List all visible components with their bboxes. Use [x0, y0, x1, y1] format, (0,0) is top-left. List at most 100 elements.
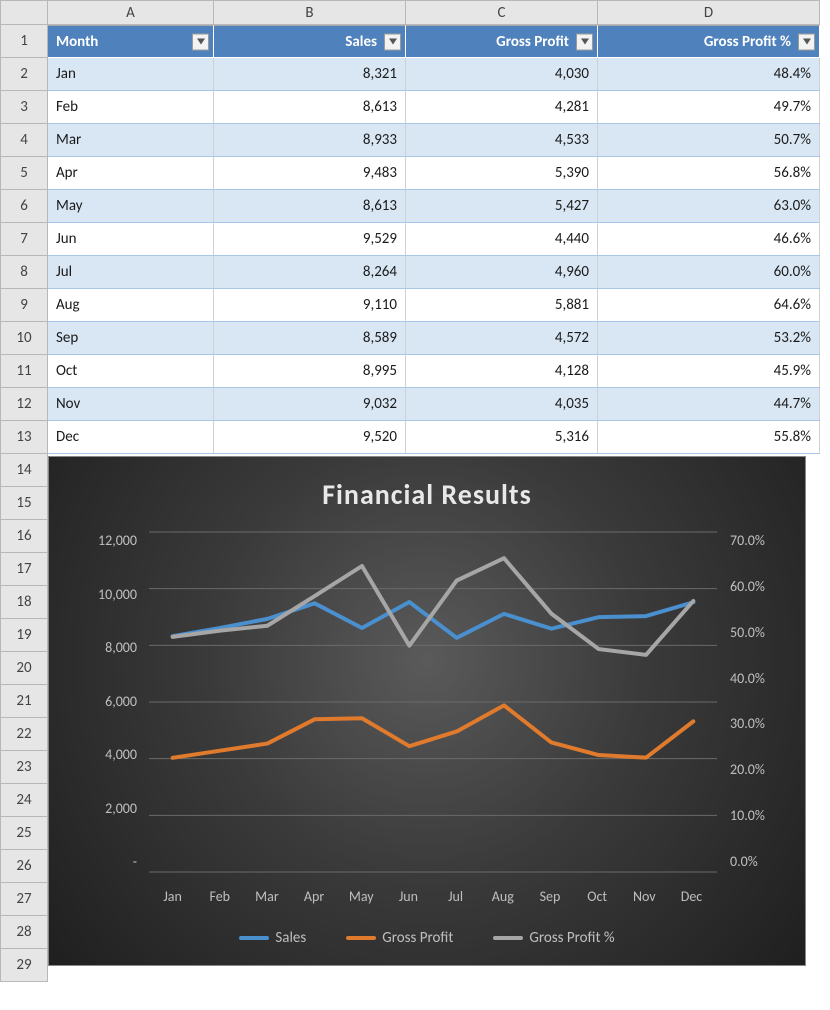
cell[interactable]: 63.0% [598, 190, 820, 223]
cell[interactable]: Jun [48, 223, 214, 256]
cell[interactable]: 5,427 [406, 190, 598, 223]
cell[interactable]: 9,529 [214, 223, 406, 256]
cell[interactable]: 8,321 [214, 58, 406, 91]
row-header-27[interactable]: 27 [0, 883, 48, 916]
table-header-sales[interactable]: Sales [214, 25, 406, 58]
cell[interactable]: 9,032 [214, 388, 406, 421]
col-header-C[interactable]: C [406, 0, 598, 25]
chart-title: Financial Results [49, 477, 805, 512]
table-header-month[interactable]: Month [48, 25, 214, 58]
row-header-21[interactable]: 21 [0, 685, 48, 718]
cell[interactable]: 45.9% [598, 355, 820, 388]
row-header-7[interactable]: 7 [0, 223, 48, 256]
cell[interactable]: 8,589 [214, 322, 406, 355]
row-header-15[interactable]: 15 [0, 487, 48, 520]
row-header-10[interactable]: 10 [0, 322, 48, 355]
row-header-24[interactable]: 24 [0, 784, 48, 817]
cell[interactable]: 46.6% [598, 223, 820, 256]
cell[interactable]: 8,933 [214, 124, 406, 157]
cell[interactable]: 4,281 [406, 91, 598, 124]
header-label: Month [56, 33, 98, 51]
row-header-25[interactable]: 25 [0, 817, 48, 850]
row-header-18[interactable]: 18 [0, 586, 48, 619]
cell[interactable]: Aug [48, 289, 214, 322]
row-header-3[interactable]: 3 [0, 91, 48, 124]
cell[interactable]: 5,881 [406, 289, 598, 322]
cell[interactable]: 4,572 [406, 322, 598, 355]
col-header-B[interactable]: B [214, 0, 406, 25]
row-header-19[interactable]: 19 [0, 619, 48, 652]
row-header-23[interactable]: 23 [0, 751, 48, 784]
col-header-A[interactable]: A [48, 0, 214, 25]
row-header-26[interactable]: 26 [0, 850, 48, 883]
cell[interactable]: Apr [48, 157, 214, 190]
cell[interactable]: 4,128 [406, 355, 598, 388]
cell[interactable]: Mar [48, 124, 214, 157]
cell[interactable]: 9,110 [214, 289, 406, 322]
cell[interactable]: May [48, 190, 214, 223]
cell[interactable]: 5,316 [406, 421, 598, 454]
row-header-17[interactable]: 17 [0, 553, 48, 586]
row-header-6[interactable]: 6 [0, 190, 48, 223]
row-header-5[interactable]: 5 [0, 157, 48, 190]
cell[interactable]: Feb [48, 91, 214, 124]
cell[interactable]: 5,390 [406, 157, 598, 190]
cell[interactable]: Nov [48, 388, 214, 421]
row-header-13[interactable]: 13 [0, 421, 48, 454]
cell[interactable]: 9,520 [214, 421, 406, 454]
cell[interactable]: Sep [48, 322, 214, 355]
legend-swatch [493, 936, 523, 940]
cell[interactable]: 53.2% [598, 322, 820, 355]
cell[interactable]: 64.6% [598, 289, 820, 322]
cell[interactable]: 50.7% [598, 124, 820, 157]
filter-dropdown-icon[interactable] [192, 33, 209, 50]
cell[interactable]: Jul [48, 256, 214, 289]
row-header-4[interactable]: 4 [0, 124, 48, 157]
cell[interactable]: 4,030 [406, 58, 598, 91]
row-header-9[interactable]: 9 [0, 289, 48, 322]
cell[interactable]: 8,264 [214, 256, 406, 289]
filter-dropdown-icon[interactable] [798, 33, 815, 50]
legend-label: Sales [275, 929, 306, 947]
embedded-chart[interactable]: Financial Results12,00010,0008,0006,0004… [48, 454, 820, 982]
row-header-29[interactable]: 29 [0, 949, 48, 982]
header-label: Sales [345, 33, 377, 51]
cell[interactable]: 55.8% [598, 421, 820, 454]
cell[interactable]: Oct [48, 355, 214, 388]
cell[interactable]: 8,995 [214, 355, 406, 388]
cell[interactable]: 4,440 [406, 223, 598, 256]
table-header-gross-profit-[interactable]: Gross Profit % [598, 25, 820, 58]
cell[interactable]: 44.7% [598, 388, 820, 421]
cell[interactable]: 4,960 [406, 256, 598, 289]
col-header-D[interactable]: D [598, 0, 820, 25]
row-header-12[interactable]: 12 [0, 388, 48, 421]
filter-dropdown-icon[interactable] [576, 33, 593, 50]
cell[interactable]: 60.0% [598, 256, 820, 289]
cell[interactable]: 8,613 [214, 190, 406, 223]
cell[interactable]: Jan [48, 58, 214, 91]
row-header-20[interactable]: 20 [0, 652, 48, 685]
chart-plot-area [149, 532, 715, 870]
cell[interactable]: 48.4% [598, 58, 820, 91]
cell[interactable]: 9,483 [214, 157, 406, 190]
row-header-16[interactable]: 16 [0, 520, 48, 553]
row-header-22[interactable]: 22 [0, 718, 48, 751]
cell[interactable]: 49.7% [598, 91, 820, 124]
filter-dropdown-icon[interactable] [384, 33, 401, 50]
row-header-1[interactable]: 1 [0, 25, 48, 58]
cell[interactable]: 8,613 [214, 91, 406, 124]
table-header-gross-profit[interactable]: Gross Profit [406, 25, 598, 58]
header-label: Gross Profit % [704, 33, 791, 51]
row-header-28[interactable]: 28 [0, 916, 48, 949]
x-axis-labels: JanFebMarAprMayJunJulAugSepOctNovDec [149, 888, 715, 905]
cell[interactable]: 56.8% [598, 157, 820, 190]
row-header-8[interactable]: 8 [0, 256, 48, 289]
cell[interactable]: Dec [48, 421, 214, 454]
legend-item: Gross Profit % [493, 929, 614, 947]
cell[interactable]: 4,035 [406, 388, 598, 421]
row-header-14[interactable]: 14 [0, 454, 48, 487]
cell[interactable]: 4,533 [406, 124, 598, 157]
select-all-corner[interactable] [0, 0, 48, 25]
row-header-2[interactable]: 2 [0, 58, 48, 91]
row-header-11[interactable]: 11 [0, 355, 48, 388]
